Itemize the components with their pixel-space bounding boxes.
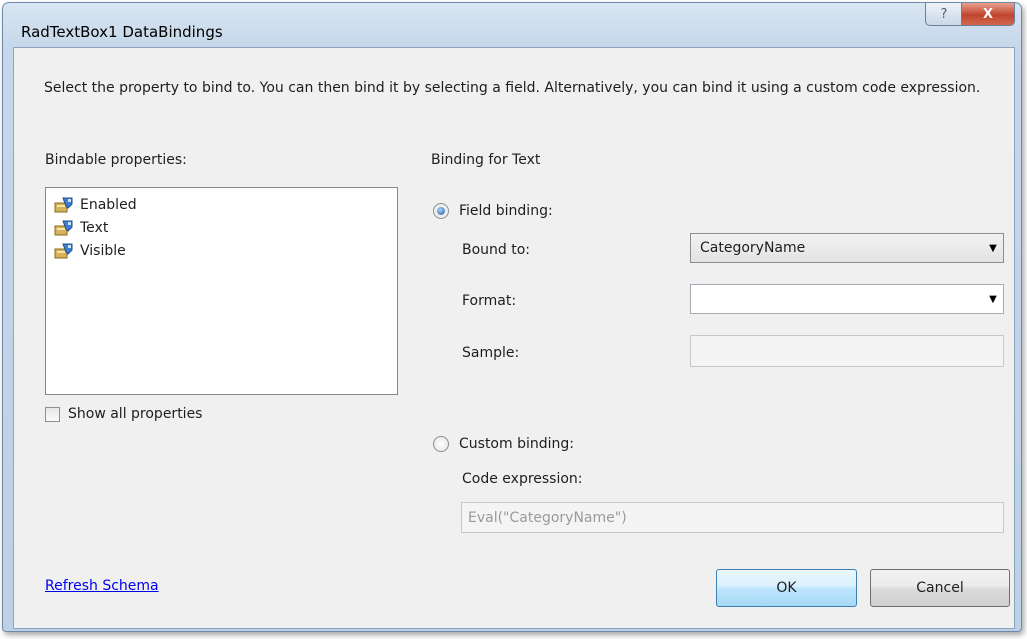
property-icon (54, 197, 73, 213)
binding-header: Binding for Text (431, 152, 541, 168)
bound-to-dropdown[interactable]: CategoryName ▼ (690, 233, 1004, 263)
bound-to-label: Bound to: (462, 242, 531, 258)
chevron-down-icon: ▼ (989, 242, 997, 254)
format-label: Format: (462, 293, 517, 309)
format-dropdown[interactable]: ▼ (690, 284, 1004, 314)
title-bar[interactable]: RadTextBox1 DataBindings ? X (3, 3, 1021, 47)
property-icon (54, 243, 73, 259)
code-expression-input[interactable]: Eval("CategoryName") (461, 502, 1004, 533)
dialog-body: Select the property to bind to. You can … (13, 47, 1015, 629)
code-expression-value: Eval("CategoryName") (468, 509, 627, 526)
property-item-visible[interactable]: Visible (54, 240, 126, 262)
help-button[interactable]: ? (925, 3, 963, 26)
field-binding-option[interactable]: Field binding: (433, 203, 553, 219)
refresh-schema-link[interactable]: Refresh Schema (45, 578, 159, 594)
bindable-properties-label: Bindable properties: (45, 152, 187, 168)
instructions-text: Select the property to bind to. You can … (44, 80, 981, 96)
chevron-down-icon: ▼ (989, 293, 997, 305)
property-label: Visible (80, 243, 126, 259)
field-binding-radio[interactable] (433, 203, 449, 219)
sample-label: Sample: (462, 345, 520, 361)
bound-to-value: CategoryName (700, 240, 806, 256)
show-all-properties-checkbox[interactable] (45, 406, 60, 422)
custom-binding-radio[interactable] (433, 436, 449, 452)
sample-field (690, 335, 1004, 367)
close-button[interactable]: X (961, 3, 1015, 26)
property-item-enabled[interactable]: Enabled (54, 194, 137, 216)
show-all-properties-label: Show all properties (68, 406, 203, 422)
property-item-text[interactable]: Text (54, 217, 108, 239)
close-icon: X (982, 6, 994, 22)
property-icon (54, 220, 73, 236)
cancel-button[interactable]: Cancel (870, 569, 1010, 607)
property-label: Enabled (80, 197, 137, 213)
code-expression-label: Code expression: (462, 471, 583, 487)
help-icon: ? (940, 6, 948, 22)
databindings-dialog: RadTextBox1 DataBindings ? X Select the … (2, 2, 1022, 632)
property-label: Text (80, 220, 109, 236)
ok-button[interactable]: OK (716, 569, 857, 607)
custom-binding-label: Custom binding: (459, 436, 574, 452)
window-title: RadTextBox1 DataBindings (21, 23, 223, 41)
custom-binding-option[interactable]: Custom binding: (433, 436, 574, 452)
bindable-properties-list[interactable]: Enabled Text Visible (45, 187, 398, 395)
show-all-properties[interactable]: Show all properties (45, 406, 202, 422)
field-binding-label: Field binding: (459, 203, 553, 219)
